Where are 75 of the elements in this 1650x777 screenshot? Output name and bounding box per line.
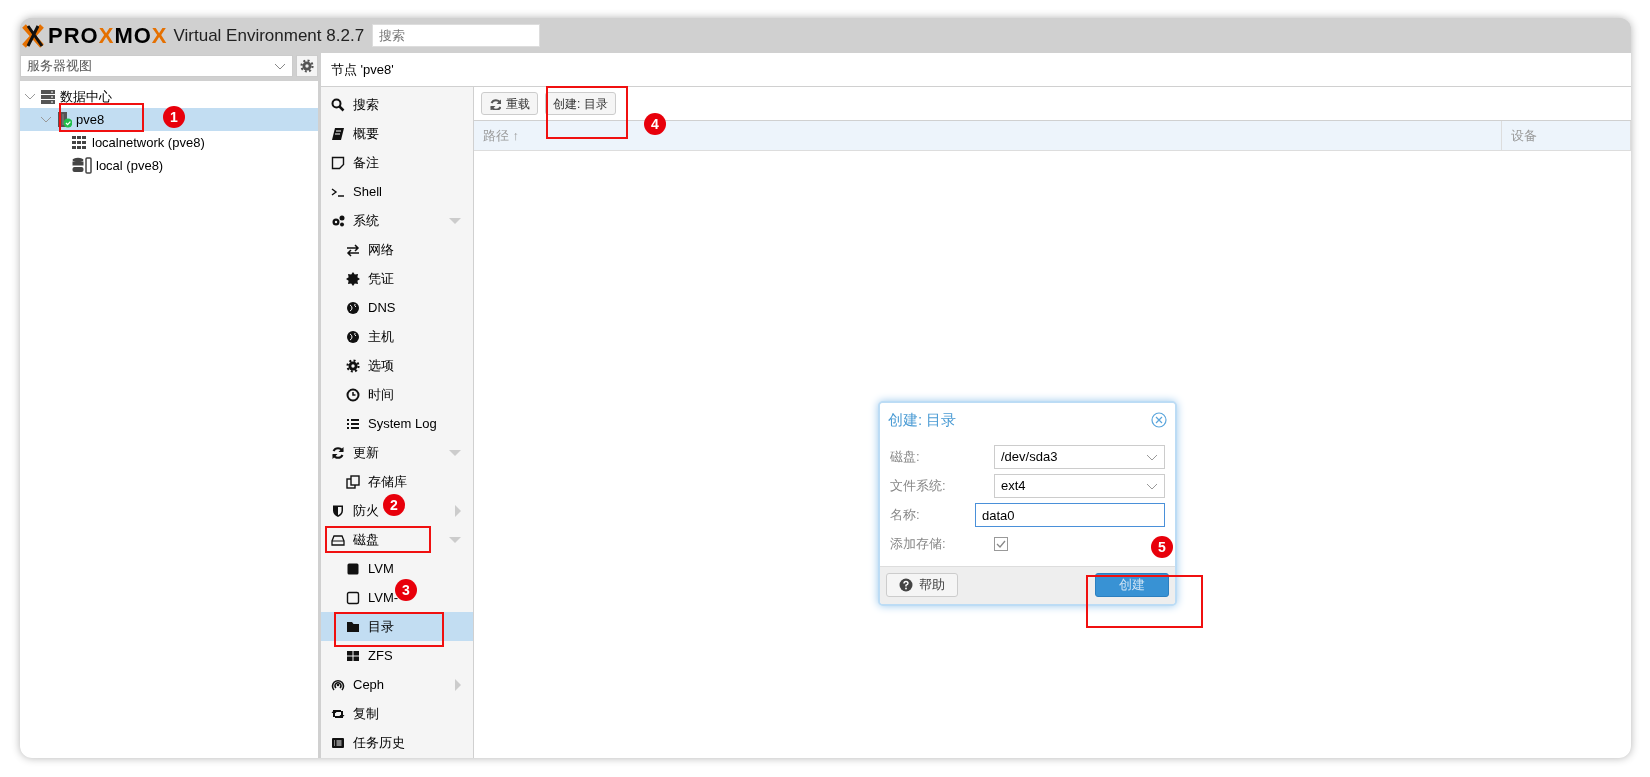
drive-icon bbox=[331, 532, 345, 547]
nav-item[interactable]: 时间 bbox=[368, 386, 394, 402]
close-icon[interactable] bbox=[1151, 412, 1167, 428]
nav-item[interactable]: DNS bbox=[368, 299, 396, 315]
badge-icon bbox=[346, 271, 360, 286]
chevron-icon bbox=[1146, 481, 1158, 491]
nav-item[interactable]: 复制 bbox=[353, 705, 379, 721]
nav-item[interactable]: 概要 bbox=[353, 125, 379, 141]
square-icon bbox=[346, 590, 360, 605]
nav-item[interactable]: Shell bbox=[353, 183, 382, 199]
nav-item[interactable]: 系统 bbox=[353, 212, 379, 228]
list-icon bbox=[346, 416, 360, 431]
nav-item[interactable]: 备注 bbox=[353, 154, 379, 170]
logo-wordmark: PROXMOX bbox=[48, 24, 168, 47]
book-icon bbox=[331, 126, 345, 141]
nav-item[interactable]: Ceph bbox=[353, 676, 385, 692]
gears-icon bbox=[331, 213, 345, 228]
product-name: Virtual Environment 8.2.7 bbox=[173, 24, 365, 47]
database-icon bbox=[72, 157, 92, 174]
settings-button[interactable] bbox=[296, 55, 318, 77]
nav-item[interactable]: 凭证 bbox=[368, 270, 394, 286]
panel-title: 节点 'pve8' bbox=[331, 60, 394, 79]
shield-icon bbox=[331, 503, 345, 518]
grid-icon bbox=[72, 135, 88, 150]
nav-item[interactable]: 磁盘 bbox=[353, 531, 379, 547]
tree-item[interactable]: localnetwork (pve8) bbox=[20, 131, 318, 154]
reload-button[interactable]: 重载 bbox=[481, 92, 538, 115]
search-field[interactable]: 搜索 bbox=[372, 24, 541, 47]
server-icon bbox=[40, 88, 56, 105]
rings-icon bbox=[331, 677, 345, 692]
field-label: 文件系统: bbox=[890, 477, 947, 496]
create-button[interactable]: 创建: 目录 bbox=[545, 92, 616, 115]
field-label: 磁盘: bbox=[890, 448, 921, 467]
refresh-icon bbox=[489, 97, 501, 110]
gear-icon bbox=[300, 59, 314, 73]
folder-icon bbox=[346, 619, 360, 634]
nav-item[interactable]: ZFS bbox=[368, 647, 393, 663]
nav-item[interactable]: 存储库 bbox=[368, 473, 407, 489]
help-icon bbox=[899, 578, 913, 592]
checkbox[interactable] bbox=[994, 537, 1008, 551]
nav-item[interactable]: 主机 bbox=[368, 328, 394, 344]
nav-item[interactable]: 网络 bbox=[368, 241, 394, 257]
nav-item[interactable]: 搜索 bbox=[353, 96, 379, 112]
nav-item[interactable]: 更新 bbox=[353, 444, 379, 460]
copy-icon bbox=[346, 474, 360, 489]
refresh-icon bbox=[331, 445, 345, 460]
field-label: 添加存储: bbox=[890, 535, 947, 554]
gear-icon bbox=[346, 358, 360, 373]
clock-icon bbox=[346, 387, 360, 402]
tree-item[interactable]: 数据中心 bbox=[20, 85, 318, 108]
select-field[interactable]: /dev/sda3 bbox=[994, 445, 1165, 469]
select-field[interactable]: ext4 bbox=[994, 474, 1165, 498]
logo-mark-icon bbox=[22, 23, 44, 48]
nav-item[interactable]: System Log bbox=[368, 415, 437, 431]
globe-icon bbox=[346, 329, 360, 344]
chevron-icon bbox=[1146, 452, 1158, 462]
nav-item[interactable]: 任务历史 bbox=[353, 734, 405, 750]
nav-item[interactable]: LVM bbox=[368, 560, 394, 576]
globe-icon bbox=[346, 300, 360, 315]
search-icon bbox=[331, 97, 345, 112]
tree-item[interactable]: local (pve8) bbox=[20, 154, 318, 177]
grid-icon bbox=[346, 648, 360, 663]
nav-item[interactable]: 选项 bbox=[368, 357, 394, 373]
square-icon bbox=[346, 561, 360, 576]
chevron-icon bbox=[274, 61, 286, 71]
nav-item[interactable]: 目录 bbox=[321, 612, 473, 641]
field-label: 名称: bbox=[890, 506, 921, 525]
view-select[interactable]: 服务器视图 bbox=[20, 55, 293, 77]
nav-item[interactable]: 防火 bbox=[353, 502, 379, 518]
dialog-title: 创建: 目录 bbox=[888, 409, 957, 430]
list-icon bbox=[331, 735, 345, 750]
help-button[interactable]: 帮助 bbox=[886, 573, 958, 597]
arrows-icon bbox=[346, 242, 360, 257]
text-field[interactable]: data0 bbox=[975, 503, 1165, 527]
note-icon bbox=[331, 155, 345, 170]
